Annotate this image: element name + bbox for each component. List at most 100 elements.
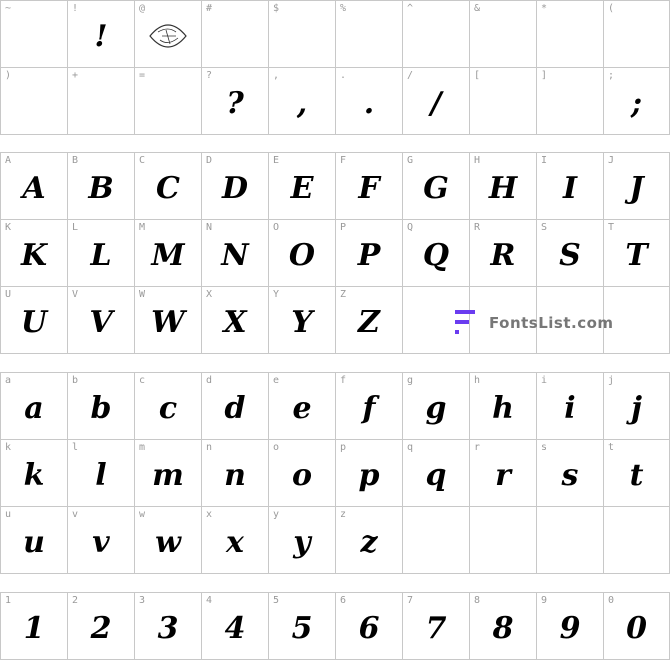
glyph-cell: MM: [134, 220, 201, 286]
glyph-label: U: [5, 289, 12, 300]
glyph-label: *: [541, 3, 548, 14]
glyph-sample: Y: [291, 305, 313, 340]
glyph-label: w: [139, 509, 146, 520]
glyph-sample: P: [357, 238, 381, 273]
glyph-sample: 3: [157, 611, 179, 646]
fontslist-logo-icon: [455, 310, 477, 336]
glyph-cell: *: [536, 1, 603, 67]
glyph-row: AABBCCDDEEFFGGHHIIJJ: [0, 153, 670, 220]
glyph-label: Y: [273, 289, 280, 300]
glyph-sample: d: [224, 391, 246, 426]
glyph-sample: j: [631, 391, 642, 426]
section-lowercase: aabbccddeeffgghhiijjkkllmmnnooppqqrrsstt…: [0, 372, 670, 574]
glyph-label: F: [340, 155, 347, 166]
glyph-cell: ww: [134, 507, 201, 573]
glyph-sample: 8: [492, 611, 514, 646]
glyph-sample: O: [288, 238, 316, 273]
glyph-label: ~: [5, 3, 12, 14]
glyph-label: $: [273, 3, 280, 14]
glyph-label: ^: [407, 3, 414, 14]
glyph-cell: GG: [402, 153, 469, 219]
glyph-row: KKLLMMNNOOPPQQRRSSTT: [0, 220, 670, 287]
glyph-cell: 55: [268, 593, 335, 659]
glyph-cell: XX: [201, 287, 268, 353]
glyph-sample: b: [90, 391, 112, 426]
glyph-sample: L: [90, 238, 112, 273]
glyph-cell: ^: [402, 1, 469, 67]
glyph-sample: 2: [90, 611, 112, 646]
glyph-label: u: [5, 509, 12, 520]
glyph-sample: G: [423, 171, 449, 206]
glyph-sample: w: [155, 525, 181, 560]
glyph-label: p: [340, 442, 347, 453]
glyph-label: ): [5, 70, 12, 81]
glyph-sample: z: [360, 525, 378, 560]
glyph-cell: $: [268, 1, 335, 67]
glyph-cell: yy: [268, 507, 335, 573]
glyph-label: ,: [273, 70, 280, 81]
glyph-label: /: [407, 70, 414, 81]
glyph-sample: e: [292, 391, 312, 426]
glyph-label: =: [139, 70, 146, 81]
glyph-sample: 7: [425, 611, 447, 646]
glyph-label: r: [474, 442, 481, 453]
glyph-label: s: [541, 442, 548, 453]
glyph-cell: rr: [469, 440, 536, 506]
glyph-label: 6: [340, 595, 347, 606]
glyph-sample: f: [362, 391, 376, 426]
glyph-cell: BB: [67, 153, 134, 219]
glyph-cell: gg: [402, 373, 469, 439]
glyph-sample: T: [625, 238, 648, 273]
glyph-sample: U: [20, 305, 48, 340]
glyph-cell: 11: [0, 593, 67, 659]
glyph-cell: ~: [0, 1, 67, 67]
glyph-cell: !!: [67, 1, 134, 67]
glyph-cell: =: [134, 68, 201, 134]
glyph-cell: 66: [335, 593, 402, 659]
glyph-label: R: [474, 222, 481, 233]
glyph-sample: m: [152, 458, 184, 493]
glyph-cell: HH: [469, 153, 536, 219]
glyph-label: T: [608, 222, 615, 233]
glyph-label: c: [139, 375, 146, 386]
glyph-cell: JJ: [603, 153, 670, 219]
section-digits: 11223344556677889900: [0, 592, 670, 660]
glyph-label: !: [72, 3, 79, 14]
glyph-sample: l: [95, 458, 107, 493]
glyph-cell: ,,: [268, 68, 335, 134]
glyph-sample: M: [151, 238, 185, 273]
glyph-label: L: [72, 222, 79, 233]
glyph-sample: t: [629, 458, 644, 493]
glyph-cell: #: [201, 1, 268, 67]
glyph-row: uuvvwwxxyyzz: [0, 507, 670, 574]
glyph-cell: EE: [268, 153, 335, 219]
glyph-label: z: [340, 509, 347, 520]
glyph-sample: X: [223, 305, 247, 340]
glyph-sample: k: [23, 458, 45, 493]
glyph-cell: bb: [67, 373, 134, 439]
glyph-cell: ii: [536, 373, 603, 439]
glyph-sample: o: [291, 458, 312, 493]
glyph-label: f: [340, 375, 347, 386]
fontslist-logo: FontsList.com: [455, 310, 614, 336]
glyph-label: k: [5, 442, 12, 453]
glyph-label: &: [474, 3, 481, 14]
glyph-sample: K: [20, 238, 48, 273]
glyph-sample: i: [564, 391, 576, 426]
glyph-label: A: [5, 155, 12, 166]
glyph-cell: oo: [268, 440, 335, 506]
glyph-sample: 6: [358, 611, 380, 646]
glyph-cell: 44: [201, 593, 268, 659]
glyph-cell: 00: [603, 593, 670, 659]
glyph-label: ]: [541, 70, 548, 81]
glyph-sample: a: [24, 391, 44, 426]
glyph-label: Q: [407, 222, 414, 233]
glyph-cell: ]: [536, 68, 603, 134]
glyph-label: 3: [139, 595, 146, 606]
glyph-cell: nn: [201, 440, 268, 506]
glyph-sample: u: [23, 525, 45, 560]
glyph-sample: F: [358, 171, 380, 206]
glyph-cell: 33: [134, 593, 201, 659]
glyph-sample: V: [89, 305, 113, 340]
glyph-cell: 88: [469, 593, 536, 659]
